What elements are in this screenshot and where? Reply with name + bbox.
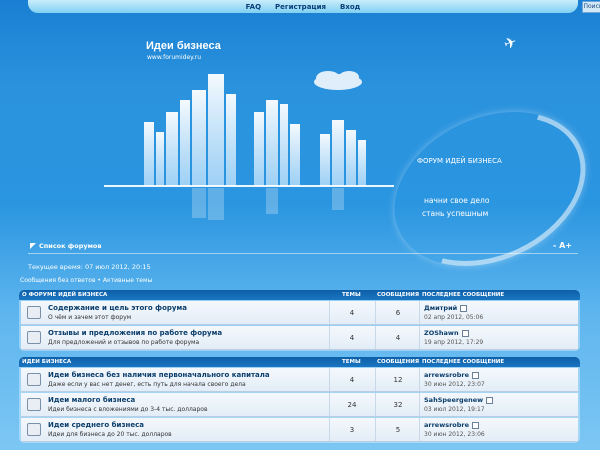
last-post-date: 30 июн 2012, 23:06 (424, 431, 485, 438)
forum-row: Идеи среднего бизнеса Идеи для бизнеса д… (21, 418, 578, 442)
slogan-line-1: начни свое дело (424, 196, 490, 205)
category-title[interactable]: ИДЕИ БИЗНЕСА (22, 359, 71, 365)
decorative-ring (369, 82, 600, 296)
slogan-line-2: стань успешным (422, 209, 489, 218)
last-post-author-link[interactable]: arrewsrobre (424, 421, 469, 429)
unanswered-posts-link[interactable]: Сообщения без ответов (20, 277, 96, 284)
topic-count: 4 (349, 309, 355, 317)
last-post-date: 02 апр 2012, 05:06 (424, 314, 484, 321)
forum-folder-icon (27, 331, 41, 344)
login-link[interactable]: Вход (340, 3, 360, 11)
forum-description: О чём и зачем этот форум (48, 314, 132, 321)
category-header: ИДЕИ БИЗНЕСА ТЕМЫ СООБЩЕНИЯ ПОСЛЕДНЕЕ СО… (19, 357, 580, 367)
post-count: 32 (393, 401, 403, 409)
goto-last-post-icon[interactable] (486, 396, 494, 404)
topic-count: 3 (349, 426, 355, 434)
last-post-date: 30 июн 2012, 23:07 (424, 381, 485, 388)
forum-folder-icon (27, 306, 41, 319)
last-post-author: SahSpeergenew (424, 396, 494, 404)
site-title[interactable]: Идеи бизнеса (146, 40, 221, 52)
post-count: 6 (395, 309, 401, 317)
home-icon (30, 243, 36, 249)
faq-link[interactable]: FAQ (246, 3, 261, 11)
forum-row: Отзывы и предложения по работе форума Дл… (21, 326, 578, 350)
slogan: начни свое дело стань успешным (422, 194, 490, 220)
category-business-ideas: ИДЕИ БИЗНЕСА ТЕМЫ СООБЩЕНИЯ ПОСЛЕДНЕЕ СО… (19, 357, 580, 443)
topics-column-header: ТЕМЫ (342, 359, 361, 365)
forum-title-link[interactable]: Содержание и цель этого форума (48, 304, 187, 312)
last-post-author: arrewsrobre (424, 371, 480, 379)
last-post-author-link[interactable]: arrewsrobre (424, 371, 469, 379)
last-post-date: 19 апр 2012, 17:29 (424, 339, 484, 346)
active-topics-link[interactable]: Активные темы (103, 277, 152, 284)
last-post-date: 03 июл 2012, 19:17 (424, 406, 485, 413)
forum-title-link[interactable]: Идеи среднего бизнеса (48, 421, 144, 429)
topic-count: 4 (349, 334, 355, 342)
font-size-toggle[interactable]: - A+ (553, 241, 572, 250)
post-count: 5 (395, 426, 401, 434)
airplane-icon: ✈ (501, 32, 520, 54)
register-link[interactable]: Регистрация (275, 3, 326, 11)
last-post-author: ZOShawn (424, 329, 469, 337)
breadcrumb: Список форумов (30, 242, 102, 250)
search-button[interactable]: Поиск (582, 1, 600, 13)
goto-last-post-icon[interactable] (472, 371, 480, 379)
last-post-author: Дмитрий (424, 304, 468, 312)
post-count: 4 (395, 334, 401, 342)
forum-description: Даже если у вас нет денег, есть путь для… (48, 381, 246, 388)
forum-title-link[interactable]: Идеи бизнеса без наличия первоначального… (48, 371, 270, 379)
posts-column-header: СООБЩЕНИЯ (377, 359, 420, 365)
current-time: Текущее время: 07 июл 2012, 20:15 (28, 263, 151, 271)
forum-folder-icon (27, 398, 41, 411)
category-header: О ФОРУМЕ ИДЕЙ БИЗНЕСА ТЕМЫ СООБЩЕНИЯ ПОС… (19, 290, 580, 300)
topics-column-header: ТЕМЫ (342, 292, 361, 298)
forum-title-link[interactable]: Отзывы и предложения по работе форума (48, 329, 222, 337)
topic-count: 4 (349, 376, 355, 384)
forum-row: Содержание и цель этого форума О чём и з… (21, 301, 578, 325)
last-post-author-link[interactable]: Дмитрий (424, 304, 457, 312)
forum-row: Идеи бизнеса без наличия первоначального… (21, 368, 578, 392)
banner-title: ФОРУМ ИДЕЙ БИЗНЕСА (417, 157, 502, 165)
forum-description: Идеи для бизнеса до 20 тыс. долларов (48, 431, 172, 438)
category-title[interactable]: О ФОРУМЕ ИДЕЙ БИЗНЕСА (22, 292, 107, 298)
last-post-author: arrewsrobre (424, 421, 480, 429)
goto-last-post-icon[interactable] (472, 421, 480, 429)
forum-row: Идеи малого бизнеса Идеи бизнеса с вложе… (21, 393, 578, 417)
top-navigation: FAQ Регистрация Вход (28, 0, 578, 13)
last-post-column-header: ПОСЛЕДНЕЕ СООБЩЕНИЕ (422, 359, 505, 365)
search-links: Сообщения без ответов • Активные темы (20, 277, 153, 284)
post-count: 12 (393, 376, 403, 384)
last-post-author-link[interactable]: ZOShawn (424, 329, 459, 337)
forum-folder-icon (27, 423, 41, 436)
forum-title-link[interactable]: Идеи малого бизнеса (48, 396, 135, 404)
posts-column-header: СООБЩЕНИЯ (377, 292, 420, 298)
last-post-column-header: ПОСЛЕДНЕЕ СООБЩЕНИЕ (422, 292, 505, 298)
breadcrumb-bar: Список форумов - A+ (28, 241, 578, 254)
city-skyline-illustration (104, 71, 394, 220)
last-post-author-link[interactable]: SahSpeergenew (424, 396, 483, 404)
goto-last-post-icon[interactable] (461, 329, 469, 337)
forum-folder-icon (27, 373, 41, 386)
forum-index-link[interactable]: Список форумов (39, 242, 102, 250)
forum-description: Идеи бизнеса с вложениями до 3-4 тыс. до… (48, 406, 208, 413)
category-about-forum: О ФОРУМЕ ИДЕЙ БИЗНЕСА ТЕМЫ СООБЩЕНИЯ ПОС… (19, 290, 580, 351)
forum-description: Для предложений и отзывов по работе фору… (48, 339, 200, 346)
goto-last-post-icon[interactable] (460, 304, 468, 312)
topic-count: 24 (347, 401, 357, 409)
